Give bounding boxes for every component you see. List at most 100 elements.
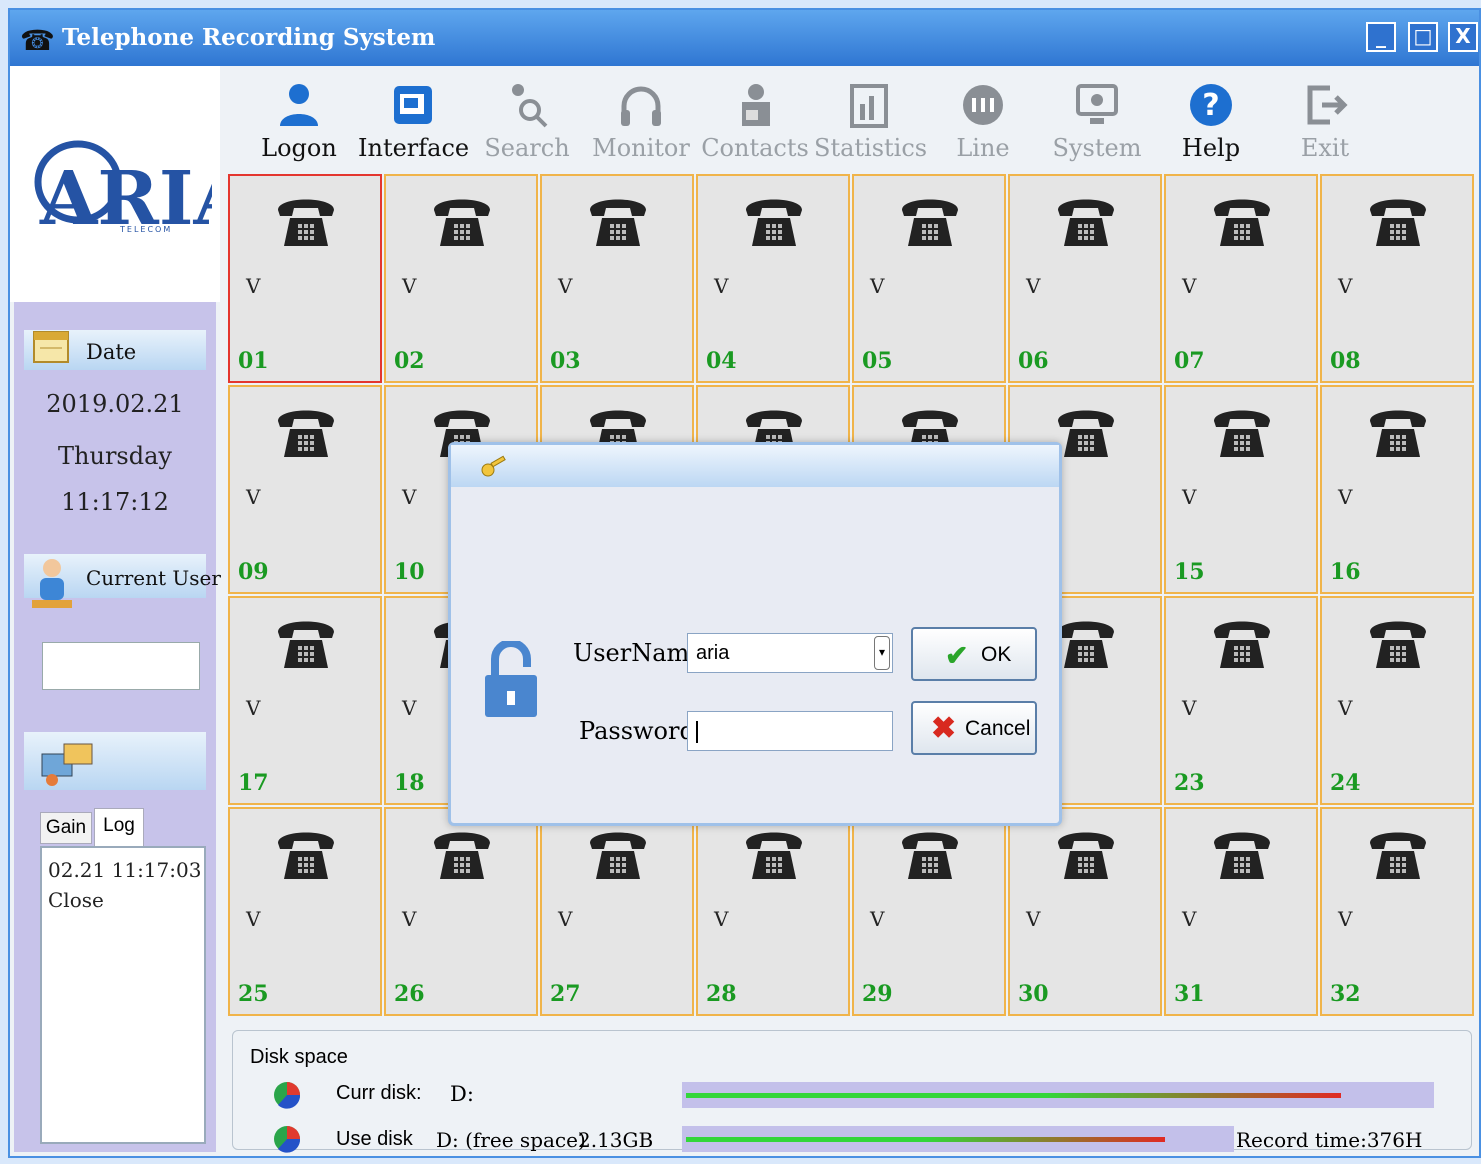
toolbar-monitor-button[interactable]: Monitor — [586, 70, 696, 170]
calendar-icon — [33, 331, 69, 363]
channel-cell[interactable]: V 09 — [228, 385, 382, 594]
channel-state: V — [402, 907, 417, 931]
username-label: UserName — [573, 639, 704, 667]
toolbar-search-button[interactable]: Search — [472, 70, 582, 170]
toolbar-label: System — [1052, 134, 1142, 162]
ok-label: OK — [981, 643, 1012, 666]
toolbar: Logon Interface Search Monitor Contacts Stati… — [220, 66, 1479, 174]
telephone-icon — [746, 832, 802, 879]
login-dialog: UserName aria ▾ Password ✔ OK ✖ Cancel — [448, 442, 1062, 826]
tab-gain[interactable]: Gain — [40, 812, 92, 844]
toolbar-help-button[interactable]: ? Help — [1156, 70, 1266, 170]
channel-number: 01 — [238, 348, 269, 374]
toolbar-exit-button[interactable]: Exit — [1270, 70, 1380, 170]
channel-cell[interactable]: V 31 — [1164, 807, 1318, 1016]
channel-cell[interactable]: V 15 — [1164, 385, 1318, 594]
tab-log[interactable]: Log — [94, 808, 144, 846]
telephone-icon — [1370, 621, 1426, 668]
toolbar-label: Exit — [1300, 134, 1350, 162]
logo-subtext: TELECOM — [119, 225, 172, 234]
channel-state: V — [870, 907, 885, 931]
cancel-button[interactable]: ✖ Cancel — [911, 701, 1037, 755]
toolbar-label: Interface — [358, 134, 470, 162]
telephone-icon — [278, 199, 334, 246]
telephone-icon — [590, 199, 646, 246]
toolbar-label: Line — [956, 134, 1010, 162]
free-space-value: 2.13GB — [578, 1128, 654, 1152]
interface-icon — [394, 86, 432, 124]
channel-number: 04 — [706, 348, 737, 374]
line-icon — [963, 85, 1003, 125]
channel-cell[interactable]: V 03 — [540, 174, 694, 383]
channel-number: 32 — [1330, 981, 1361, 1007]
minimize-button[interactable]: _ — [1366, 22, 1396, 52]
toolbar-system-button[interactable]: System — [1042, 70, 1152, 170]
channel-cell[interactable]: V 24 — [1320, 596, 1474, 805]
contacts-icon — [742, 84, 770, 126]
password-input[interactable] — [687, 711, 893, 751]
close-button[interactable]: X — [1448, 22, 1478, 52]
channel-cell[interactable]: V 17 — [228, 596, 382, 805]
title-bar[interactable]: ☎ Telephone Recording System _ □ X — [10, 10, 1479, 66]
curr-disk-fill — [686, 1093, 1341, 1098]
telephone-icon — [902, 199, 958, 246]
channel-cell[interactable]: V 06 — [1008, 174, 1162, 383]
channel-cell[interactable]: V 27 — [540, 807, 694, 1016]
channel-cell[interactable]: V 29 — [852, 807, 1006, 1016]
record-time: Record time:376H — [1236, 1128, 1423, 1152]
disk-chart-icon — [274, 1082, 301, 1109]
username-dropdown-icon[interactable]: ▾ — [874, 636, 890, 670]
logo-area: ARIA TELECOM — [10, 66, 220, 302]
channel-cell[interactable]: V 02 — [384, 174, 538, 383]
channel-cell[interactable]: V 26 — [384, 807, 538, 1016]
log-text: Close — [48, 888, 104, 912]
telephone-icon — [1214, 832, 1270, 879]
dialog-title-bar[interactable] — [451, 445, 1059, 487]
channel-cell[interactable]: V 28 — [696, 807, 850, 1016]
toolbar-label: Statistics — [814, 134, 928, 162]
ok-button[interactable]: ✔ OK — [911, 627, 1037, 681]
disk-legend: Disk space — [246, 1046, 352, 1069]
channel-cell[interactable]: V 04 — [696, 174, 850, 383]
toolbar-contacts-button[interactable]: Contacts — [700, 70, 810, 170]
channel-cell[interactable]: V 23 — [1164, 596, 1318, 805]
toolbar-statistics-button[interactable]: Statistics — [814, 70, 928, 170]
channel-state: V — [558, 274, 573, 298]
channel-cell[interactable]: V 25 — [228, 807, 382, 1016]
channel-state: V — [714, 274, 729, 298]
channel-cell[interactable]: V 05 — [852, 174, 1006, 383]
lock-icon — [485, 641, 537, 717]
channel-number: 30 — [1018, 981, 1049, 1007]
toolbar-interface-button[interactable]: Interface — [358, 70, 470, 170]
username-input[interactable]: aria ▾ — [687, 633, 893, 673]
username-value: aria — [696, 642, 730, 664]
channel-cell[interactable]: V 16 — [1320, 385, 1474, 594]
date-label: Date — [86, 340, 137, 364]
toolbar-line-button[interactable]: Line — [928, 70, 1038, 170]
key-icon — [481, 455, 506, 477]
channel-cell[interactable]: V 01 — [228, 174, 382, 383]
channel-state: V — [402, 274, 417, 298]
channel-cell[interactable]: V 07 — [1164, 174, 1318, 383]
channel-state: V — [1182, 274, 1197, 298]
channel-cell[interactable]: V 08 — [1320, 174, 1474, 383]
disk-space-panel: Disk space Curr disk: D: Use disk D: (fr… — [226, 1030, 1479, 1156]
toolbar-label: Contacts — [701, 134, 809, 162]
channel-cell[interactable]: V 32 — [1320, 807, 1474, 1016]
telephone-icon — [1370, 832, 1426, 879]
statistics-icon — [850, 84, 888, 128]
channel-cell[interactable]: V 30 — [1008, 807, 1162, 1016]
current-user-panel-header: Current User — [24, 554, 221, 608]
channel-number: 23 — [1174, 770, 1205, 796]
toolbar-logon-button[interactable]: Logon — [244, 70, 354, 170]
telephone-icon — [278, 410, 334, 457]
svg-text:?: ? — [1202, 88, 1219, 123]
curr-disk-bar — [682, 1082, 1434, 1108]
maximize-button[interactable]: □ — [1408, 22, 1438, 52]
log-list[interactable]: 02.21 11:17:03 Close — [40, 846, 206, 1144]
channel-number: 07 — [1174, 348, 1205, 374]
headphones-icon — [621, 86, 661, 126]
sidebar: Date 2019.02.21 Thursday 11:17:12 Curren… — [14, 302, 221, 1152]
curr-disk-label: Curr disk: — [336, 1082, 422, 1104]
use-disk-chart-icon — [274, 1126, 301, 1153]
